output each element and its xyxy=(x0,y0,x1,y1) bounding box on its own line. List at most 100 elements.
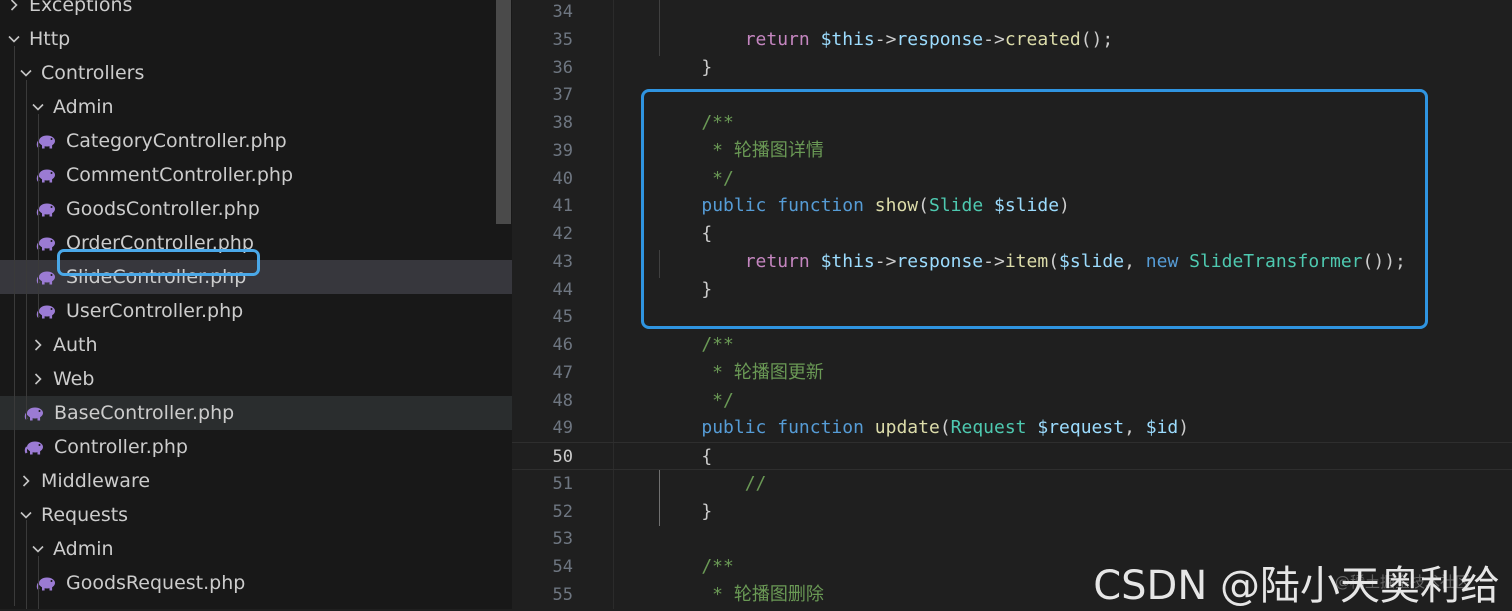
chevron-down-icon[interactable] xyxy=(6,31,22,47)
line-number: 48 xyxy=(552,390,573,411)
code-token: update xyxy=(874,417,940,439)
php-elephant-icon xyxy=(36,575,58,591)
code-line[interactable]: 48 */ xyxy=(512,387,1512,415)
tree-file-goodsrequest-php[interactable]: GoodsRequest.php xyxy=(0,566,512,600)
code-token: created xyxy=(1004,28,1081,50)
code-token: -> xyxy=(983,28,1005,50)
code-token: /** xyxy=(658,334,734,355)
tree-item-label: Auth xyxy=(53,334,98,356)
code-token: * 轮播图删除 xyxy=(658,583,824,605)
line-number: 40 xyxy=(552,168,573,189)
tree-file-goodscontroller-php[interactable]: GoodsController.php xyxy=(0,192,512,226)
line-number: 34 xyxy=(552,2,573,22)
code-line[interactable]: 46 /** xyxy=(512,331,1512,359)
tree-folder-http[interactable]: Http xyxy=(0,22,512,56)
php-elephant-icon xyxy=(24,405,46,421)
tree-item-label: Http xyxy=(29,28,71,50)
tree-folder-controllers[interactable]: Controllers xyxy=(0,56,512,90)
code-token: // xyxy=(658,472,767,494)
code-line[interactable]: 51 // xyxy=(512,470,1512,498)
tree-indent-guide xyxy=(26,520,27,609)
chevron-right-icon[interactable] xyxy=(18,473,34,489)
code-token: (); xyxy=(1080,28,1114,50)
tree-file-categorycontroller-php[interactable]: CategoryController.php xyxy=(0,124,512,158)
code-text: /** xyxy=(658,331,734,359)
chevron-right-icon[interactable] xyxy=(30,337,46,353)
tree-indent-guide xyxy=(26,80,27,420)
code-token: ) xyxy=(1178,417,1190,439)
line-number: 38 xyxy=(552,113,573,133)
tree-file-controller-php[interactable]: Controller.php xyxy=(0,430,512,464)
line-number: 45 xyxy=(552,307,573,328)
sidebar-scrollbar[interactable] xyxy=(496,0,511,224)
php-elephant-icon xyxy=(36,269,58,285)
php-elephant-icon xyxy=(24,439,46,455)
code-line[interactable]: 34 xyxy=(512,0,1512,26)
line-number: 43 xyxy=(552,251,573,272)
code-token: Request xyxy=(950,417,1027,439)
line-number: 47 xyxy=(552,362,573,383)
tree-file-usercontroller-php[interactable]: UserController.php xyxy=(0,294,512,328)
chevron-down-icon[interactable] xyxy=(30,541,46,557)
line-number: 51 xyxy=(552,473,573,494)
code-line[interactable]: 50 { xyxy=(512,442,1512,470)
tree-indent-guide xyxy=(14,46,15,606)
tree-folder-auth[interactable]: Auth xyxy=(0,328,512,362)
tree-item-label: GoodsRequest.php xyxy=(66,572,246,594)
code-text: * 轮播图删除 xyxy=(658,581,824,609)
code-token: } xyxy=(658,56,713,78)
tree-folder-requests[interactable]: Requests xyxy=(0,498,512,532)
chevron-down-icon[interactable] xyxy=(18,65,34,81)
tree-item-label: UserController.php xyxy=(66,300,244,322)
tree-folder-admin[interactable]: Admin xyxy=(0,532,512,566)
code-text: { xyxy=(658,443,712,471)
code-indent-guide xyxy=(659,470,660,526)
code-line[interactable]: 35 return $this->response->created(); xyxy=(512,26,1512,54)
tree-item-label: Admin xyxy=(53,96,114,118)
code-indent-guide xyxy=(659,0,660,56)
tree-file-basecontroller-php[interactable]: BaseController.php xyxy=(0,396,512,430)
line-number: 46 xyxy=(552,335,573,355)
tree-item-label: Exceptions xyxy=(29,0,133,16)
code-token: * 轮播图更新 xyxy=(658,361,824,383)
tree-file-commentcontroller-php[interactable]: CommentController.php xyxy=(0,158,512,192)
code-token: $id xyxy=(1145,417,1179,439)
code-line[interactable]: 49 public function update(Request $reque… xyxy=(512,414,1512,442)
tree-folder-middleware[interactable]: Middleware xyxy=(0,464,512,498)
php-elephant-icon xyxy=(36,133,58,149)
line-number: 41 xyxy=(552,196,573,217)
line-number: 39 xyxy=(552,140,573,161)
code-line[interactable]: 52 } xyxy=(512,498,1512,526)
chevron-right-icon[interactable] xyxy=(30,371,46,387)
tree-item-label: Requests xyxy=(41,504,129,526)
chevron-down-icon[interactable] xyxy=(30,99,46,115)
chevron-right-icon[interactable] xyxy=(6,0,22,13)
line-number: 53 xyxy=(552,529,573,550)
code-line[interactable]: 47 * 轮播图更新 xyxy=(512,359,1512,387)
code-token: -> xyxy=(874,28,897,50)
tree-folder-exceptions[interactable]: Exceptions xyxy=(0,0,512,22)
php-elephant-icon xyxy=(36,167,58,183)
php-elephant-icon xyxy=(36,201,58,217)
code-token: , xyxy=(1124,417,1146,439)
code-token: } xyxy=(658,500,713,522)
tree-folder-admin[interactable]: Admin xyxy=(0,90,512,124)
tree-file-sliderequest-php[interactable]: SlideRequest.php xyxy=(0,600,512,609)
line-number: 54 xyxy=(552,557,573,577)
code-token: return xyxy=(744,28,810,50)
code-token: */ xyxy=(658,389,734,411)
code-line[interactable]: 36 } xyxy=(512,54,1512,82)
line-number: 52 xyxy=(552,501,573,522)
line-number: 49 xyxy=(552,418,573,439)
code-token: { xyxy=(658,446,713,467)
code-text: * 轮播图更新 xyxy=(658,359,824,387)
code-line[interactable]: 53 xyxy=(512,525,1512,553)
tree-item-label: BaseController.php xyxy=(54,402,235,424)
tree-item-label: Controllers xyxy=(41,62,145,84)
tree-folder-web[interactable]: Web xyxy=(0,362,512,396)
tree-item-label: Middleware xyxy=(41,470,151,492)
